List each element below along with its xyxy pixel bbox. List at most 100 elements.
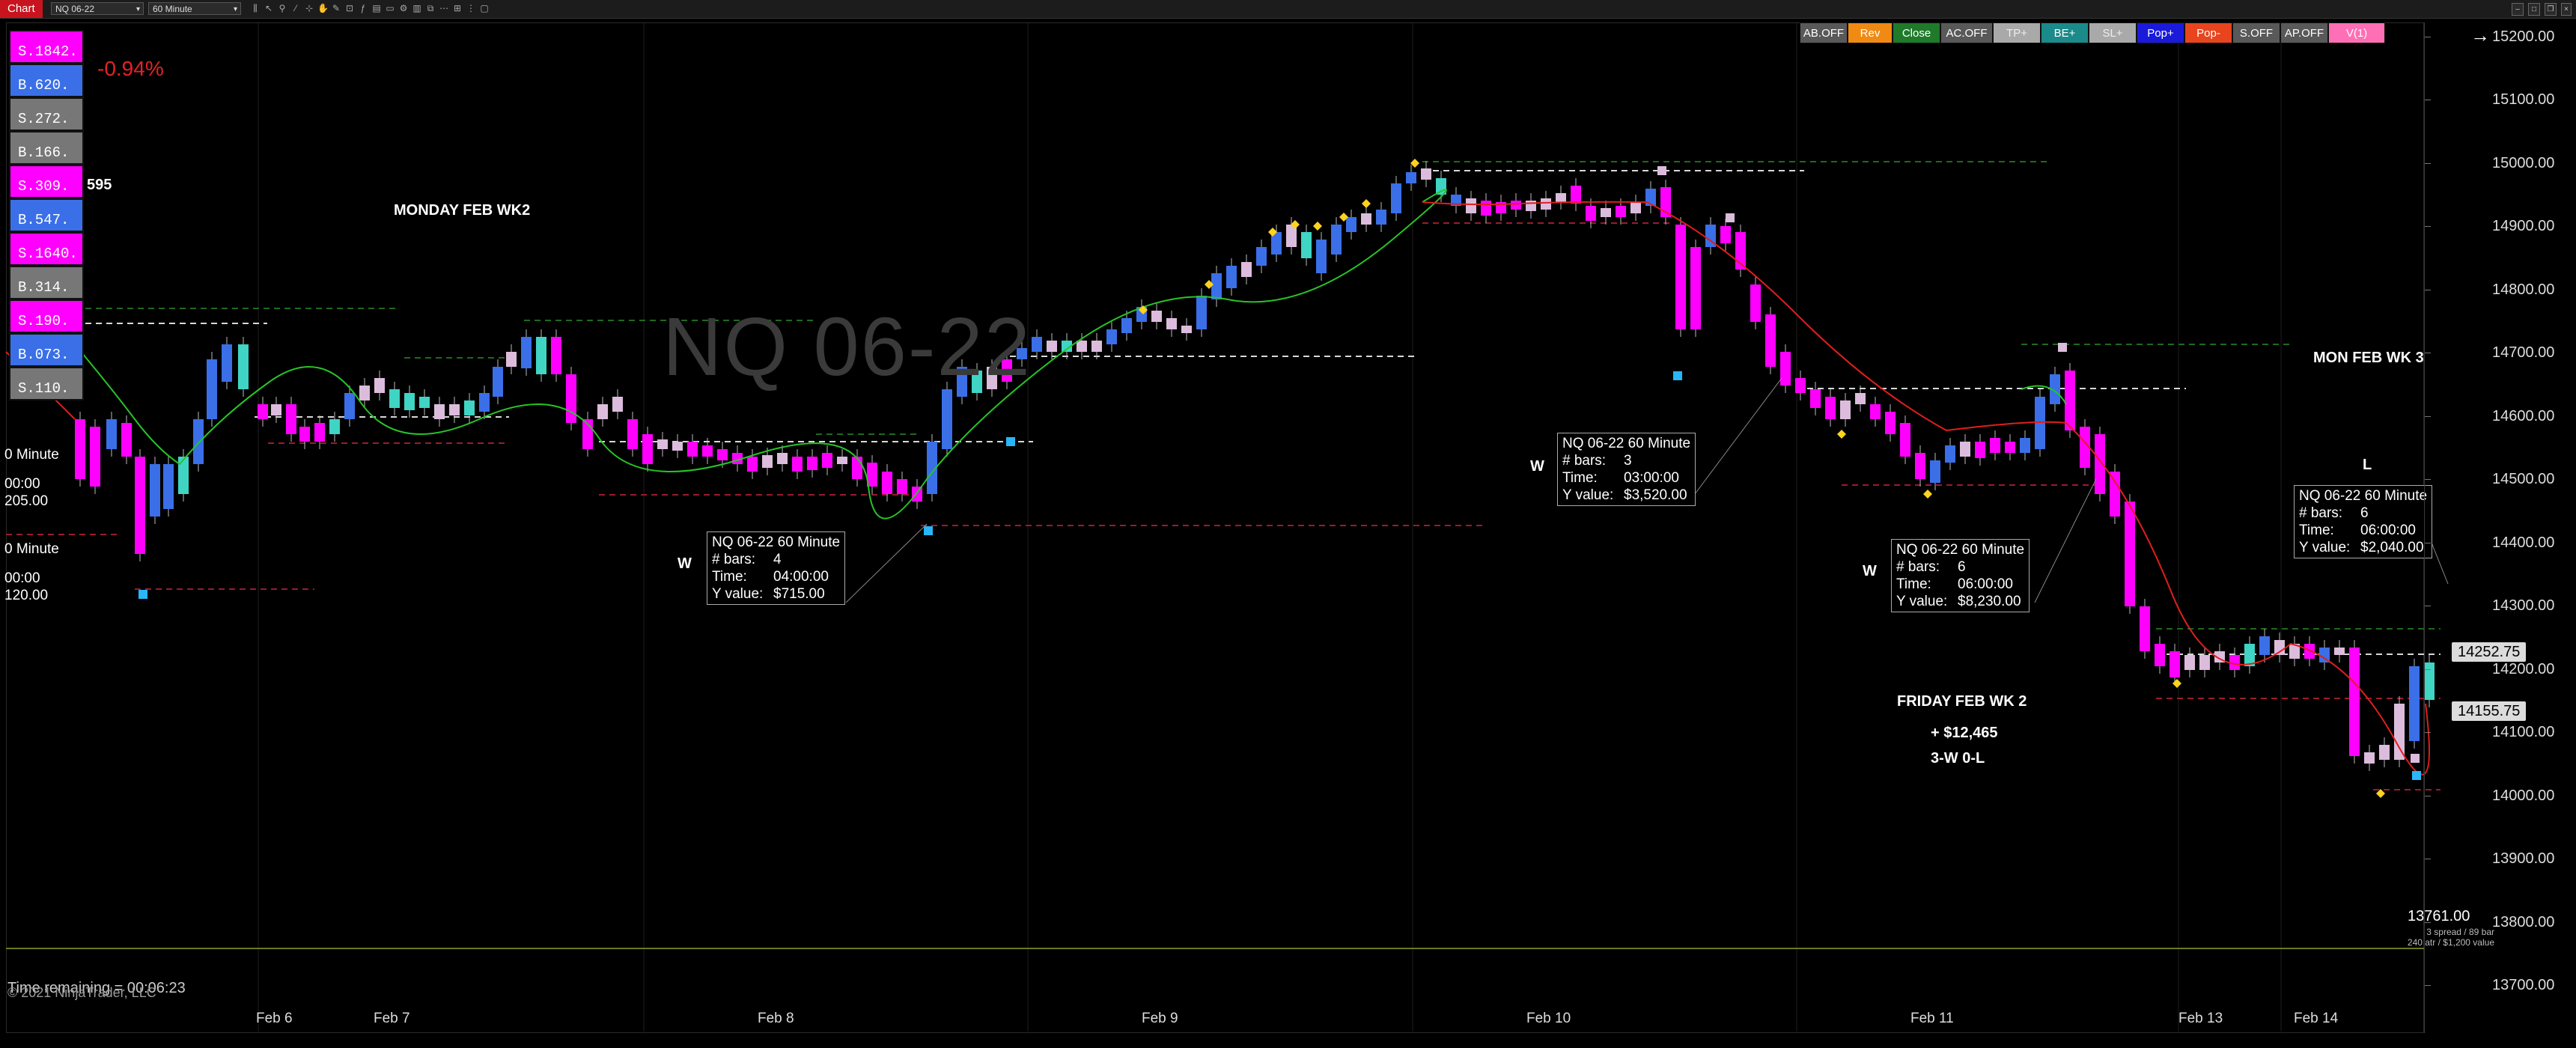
candle-body	[1466, 198, 1476, 213]
tooltip-y-value: $8,230.00	[1958, 594, 2021, 609]
price-marker-1: 14252.75	[2452, 642, 2527, 662]
candle-body	[1361, 213, 1371, 225]
price-tick-label: 14300.00	[2492, 597, 2555, 615]
candle-body	[1241, 262, 1252, 277]
stop-square-marker	[138, 590, 147, 599]
candle-body	[434, 404, 445, 419]
candle-body	[2140, 606, 2150, 651]
candle-body	[897, 479, 907, 494]
strategy-button-sl[interactable]: SL+	[2089, 22, 2137, 43]
position-item[interactable]: B.166.	[9, 131, 84, 165]
price-tick-label: 14500.00	[2492, 471, 2555, 488]
clipped-tooltip-line: 0 Minute	[4, 447, 59, 463]
price-tick-label: 13700.00	[2492, 977, 2555, 993]
candle-body	[75, 419, 85, 479]
position-item[interactable]: B.073.	[9, 333, 84, 367]
candle-body	[1915, 453, 1925, 479]
tooltip-bars: 3	[1624, 453, 1632, 469]
candle-body	[1421, 168, 1431, 180]
strategy-button-ap-off[interactable]: AP.OFF	[2280, 22, 2328, 43]
clipped-tooltip-line: 205.00	[4, 493, 49, 509]
position-item[interactable]: S.1842.	[9, 30, 84, 64]
price-marker-2: 14155.75	[2452, 701, 2527, 721]
candle-body	[942, 389, 952, 449]
candle-body	[1481, 201, 1491, 216]
tooltip-time: 06:00:00	[1958, 576, 2013, 592]
win-marker-3: W	[1863, 563, 1877, 579]
signal-markers	[138, 159, 2421, 798]
copyright: © 2021 NinjaTrader, LLC	[7, 985, 156, 1000]
clipped-tooltip-line: 0 Minute	[4, 541, 59, 557]
candle-body	[121, 423, 132, 457]
position-item[interactable]: B.547.	[9, 198, 84, 232]
clipped-tooltip-line: 00:00	[4, 476, 40, 492]
position-item[interactable]: B.620.	[9, 64, 84, 97]
position-item[interactable]: B.314.	[9, 266, 84, 299]
tooltip-y-value: $2,040.00	[2360, 540, 2424, 555]
position-item[interactable]: S.272.	[9, 97, 84, 131]
time-tick-label: Feb 9	[1142, 1011, 1178, 1026]
label-win-loss-record: 3-W 0-L	[1931, 750, 1985, 767]
candle-body	[1571, 186, 1581, 204]
candle-body	[1256, 247, 1267, 266]
candle-body	[551, 337, 561, 374]
price-axis[interactable]: 15200.00 15100.00 15000.00 14900.00 14800.00…	[2424, 22, 2576, 1033]
price-chart[interactable]	[0, 0, 2576, 1048]
time-tick-label: Feb 10	[1526, 1011, 1571, 1026]
tooltip-time: 06:00:00	[2360, 523, 2416, 538]
percent-change: -0.94%	[97, 57, 164, 80]
candle-body	[687, 442, 698, 457]
candle-body	[299, 427, 310, 442]
candle-body	[2184, 655, 2195, 670]
tooltip-time-label: Time:	[1896, 576, 1931, 592]
position-item[interactable]: S.309.	[9, 165, 84, 198]
strategy-button-v-1[interactable]: V(1)	[2328, 22, 2385, 43]
spread-info: 3 spread / 89 bar	[2426, 927, 2494, 937]
tooltip-title: NQ 06-22 60 Minute	[712, 534, 841, 550]
partial-value: 595	[87, 177, 112, 193]
tooltip-title: NQ 06-22 60 Minute	[1562, 436, 1691, 451]
time-tick-label: Feb 7	[374, 1011, 410, 1026]
strategy-button-be[interactable]: BE+	[2041, 22, 2089, 43]
price-tick-mark	[2425, 479, 2431, 481]
position-item[interactable]: S.110.	[9, 367, 84, 400]
candle-body	[1211, 273, 1222, 299]
candle-body	[2110, 472, 2120, 517]
tooltip-bars-label: # bars:	[712, 552, 756, 567]
tooltip-y-value: $715.00	[773, 586, 825, 602]
candle-body	[1945, 445, 1955, 463]
candle-body	[1406, 172, 1416, 183]
price-tick-mark	[2425, 985, 2431, 986]
clipped-tooltip-line: 120.00	[4, 588, 49, 603]
strategy-button-pop[interactable]: Pop+	[2137, 22, 2184, 43]
candle-body	[258, 404, 268, 419]
candle-body	[1301, 232, 1312, 258]
strategy-button-ac-off[interactable]: AC.OFF	[1940, 22, 1993, 43]
candle-body	[566, 374, 576, 423]
strategy-button-rev[interactable]: Rev	[1848, 22, 1893, 43]
strategy-button-ab-off[interactable]: AB.OFF	[1800, 22, 1848, 43]
entry-square-marker	[1726, 213, 1735, 222]
candle-body	[2020, 438, 2030, 453]
tooltip-y-value: $3,520.00	[1624, 487, 1687, 503]
tooltip-time-label: Time:	[2299, 523, 2334, 538]
time-tick-label: Feb 14	[2294, 1011, 2339, 1026]
price-tick-label: 14700.00	[2492, 344, 2555, 362]
stop-square-marker	[924, 526, 933, 535]
price-tick-mark	[2425, 415, 2431, 417]
strategy-button-close[interactable]: Close	[1893, 22, 1940, 43]
candle-body	[2125, 502, 2135, 606]
position-item[interactable]: S.1640.	[9, 232, 84, 266]
candle-body	[2065, 371, 2075, 430]
position-item[interactable]: S.190.	[9, 299, 84, 333]
candle-body	[207, 359, 217, 419]
strategy-button-s-off[interactable]: S.OFF	[2232, 22, 2280, 43]
candle-body	[1690, 247, 1701, 329]
candle-body	[1990, 438, 2000, 453]
candle-body	[359, 386, 370, 400]
tooltip-bars: 4	[773, 552, 782, 567]
candle-body	[792, 457, 803, 472]
strategy-button-pop[interactable]: Pop-	[2184, 22, 2232, 43]
candle-body	[193, 419, 204, 464]
strategy-button-tp[interactable]: TP+	[1993, 22, 2041, 43]
